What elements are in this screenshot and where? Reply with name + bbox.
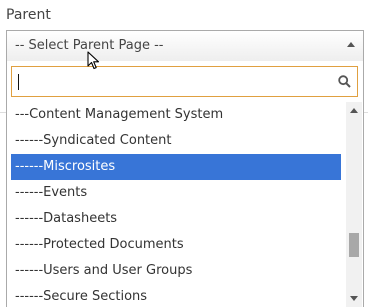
list-item-selected[interactable]: ------Miscrosites [11,154,341,180]
background-divider-right [364,112,368,113]
dropdown-search[interactable] [11,66,358,97]
list-item[interactable]: ------Events [11,180,341,206]
list-item[interactable]: ---Content Management System [11,102,341,128]
chevron-up-icon[interactable] [347,42,355,47]
scrollbar-thumb[interactable] [349,233,359,257]
list-item[interactable]: ------Syndicated Content [11,128,341,154]
search-icon [338,75,351,92]
options-list[interactable]: ---Content Management System ------Syndic… [7,102,343,307]
list-item[interactable]: ------Users and User Groups [11,258,341,284]
list-item[interactable]: ------Datasheets [11,206,341,232]
select-dropdown: ---Content Management System ------Syndic… [6,61,364,307]
parent-page-select[interactable]: -- Select Parent Page -- [6,30,364,61]
mouse-pointer-icon [87,51,101,75]
scroll-up-icon[interactable] [350,108,358,113]
search-input[interactable] [12,67,338,96]
list-item[interactable]: ------Secure Sections [11,284,341,307]
parent-label: Parent [6,7,51,23]
scroll-down-icon[interactable] [350,296,358,301]
scrollbar[interactable] [346,102,362,307]
text-caret [18,74,19,90]
list-item[interactable]: ------Protected Documents [11,232,341,258]
